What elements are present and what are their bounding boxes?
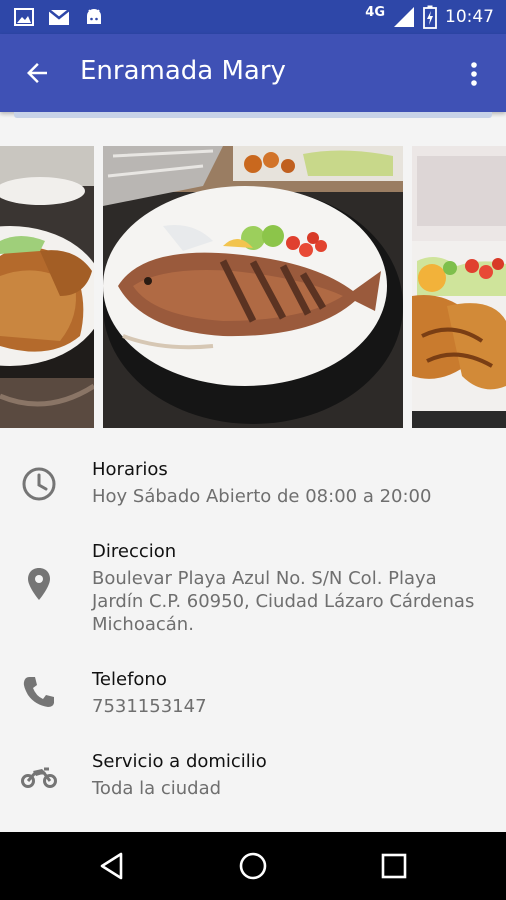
phone-icon: [20, 673, 58, 711]
phone-value[interactable]: 7531153147: [92, 695, 487, 718]
address-title: Direccion: [92, 541, 177, 562]
phone-title: Telefono: [92, 669, 167, 690]
image-icon: [14, 8, 34, 26]
photo-fried-fish-plate[interactable]: [103, 146, 403, 428]
android-icon: [87, 9, 101, 24]
phone-row[interactable]: Telefono 7531153147: [0, 665, 506, 735]
photo-shrimp-takeout[interactable]: [412, 146, 506, 428]
gmail-icon: [48, 9, 70, 25]
network-type: 4G: [365, 4, 385, 20]
more-vert-icon[interactable]: [462, 60, 486, 88]
address-value: Boulevar Playa Azul No. S/N Col. Playa J…: [92, 568, 475, 635]
battery-icon: [423, 5, 437, 29]
hours-value: Hoy Sábado Abierto de 08:00 a 20:00: [92, 486, 432, 507]
status-time: 10:47: [445, 7, 494, 27]
recents-square-icon[interactable]: [378, 850, 410, 882]
page-title: Enramada Mary: [80, 56, 286, 86]
header-strip: [14, 112, 492, 118]
photo-gallery[interactable]: [0, 146, 506, 428]
status-bar: 4G 10:47: [0, 0, 506, 34]
home-circle-icon[interactable]: [237, 850, 269, 882]
delivery-title: Servicio a domicilio: [92, 751, 267, 772]
photo-fried-fish-side[interactable]: [0, 146, 94, 428]
location-pin-icon: [20, 565, 58, 603]
signal-icon: [394, 7, 414, 27]
system-nav-bar: [0, 832, 506, 900]
address-row[interactable]: Direccion Boulevar Playa Azul No. S/N Co…: [0, 537, 506, 647]
delivery-value: Toda la ciudad: [92, 778, 222, 799]
hours-title: Horarios: [92, 459, 168, 480]
clock-icon: [20, 465, 58, 503]
back-arrow-icon[interactable]: [22, 58, 52, 88]
app-bar: Enramada Mary: [0, 34, 506, 112]
back-triangle-icon[interactable]: [97, 850, 129, 882]
motorcycle-icon: [20, 757, 58, 795]
delivery-row: Servicio a domicilio Toda la ciudad: [0, 747, 506, 817]
hours-row: Horarios Hoy Sábado Abierto de 08:00 a 2…: [0, 455, 506, 525]
